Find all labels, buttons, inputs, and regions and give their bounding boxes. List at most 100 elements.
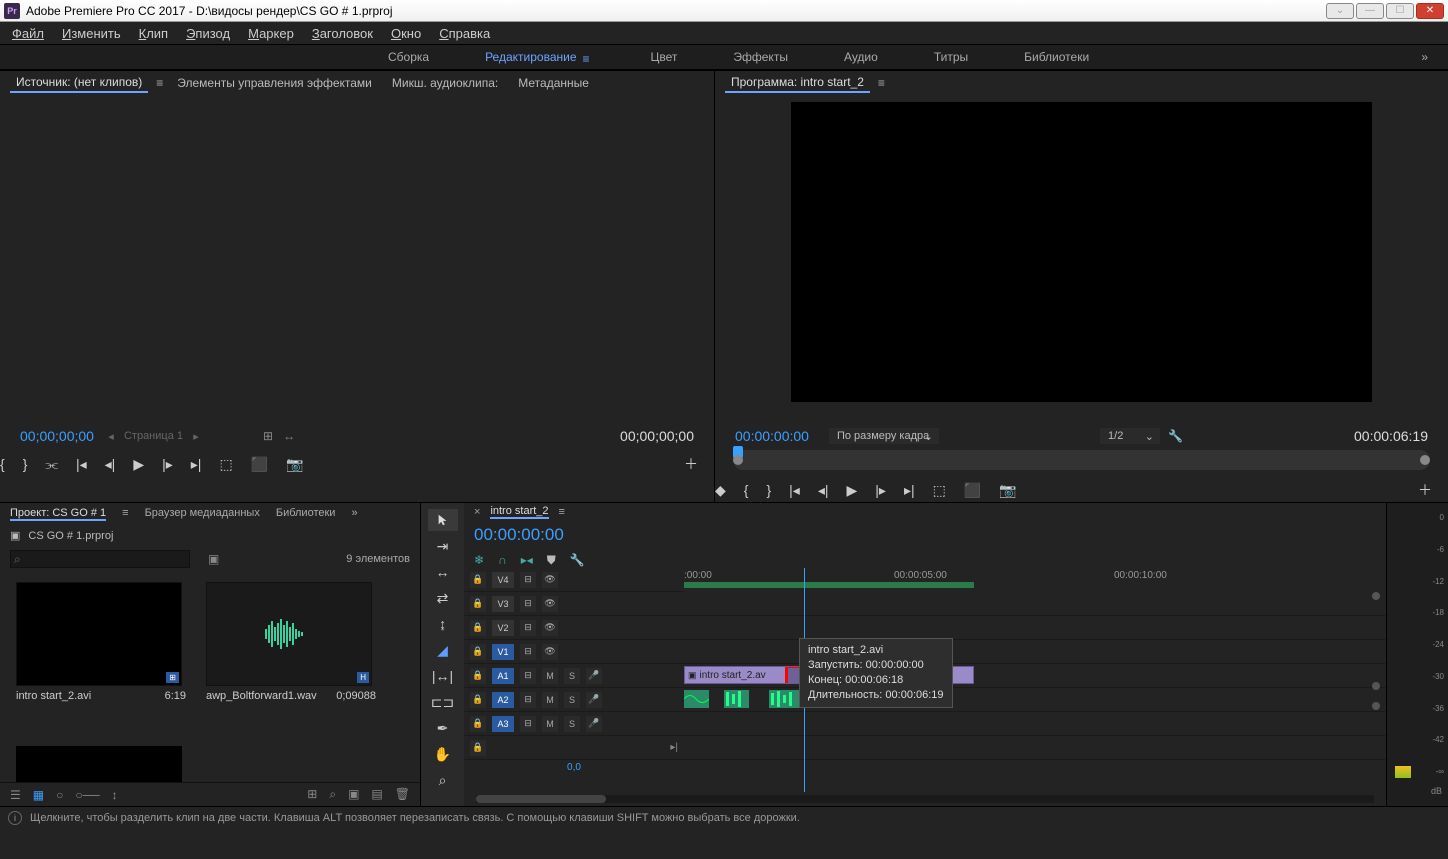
program-tc[interactable]: 00:00:00:00 (735, 428, 809, 444)
audio-clip[interactable] (684, 690, 709, 708)
in-out-range[interactable] (684, 582, 974, 588)
ws-menu-icon[interactable] (583, 52, 595, 62)
freeform-view-icon[interactable]: ○ (56, 788, 63, 802)
insert-icon[interactable]: ⊞ (263, 429, 273, 443)
ws-titles[interactable]: Титры (926, 46, 976, 68)
rate-stretch-tool-icon[interactable]: ↨ (428, 613, 458, 635)
libraries-tab[interactable]: Библиотеки (276, 507, 336, 521)
toggle-sync-icon[interactable]: ⊟ (520, 572, 536, 588)
solo-icon[interactable]: S (564, 668, 580, 684)
track-select-tool-icon[interactable]: ⇥ (428, 535, 458, 557)
ws-assembly[interactable]: Сборка (380, 46, 437, 68)
lift-icon[interactable]: ⬚ (933, 482, 946, 499)
mute-icon[interactable]: M (542, 716, 558, 732)
ws-libraries[interactable]: Библиотеки (1016, 46, 1097, 68)
eye-icon[interactable]: 👁 (542, 644, 558, 660)
overwrite-icon[interactable]: ↔ (283, 429, 295, 443)
export-frame-icon[interactable]: 📷 (999, 482, 1016, 499)
ws-editing[interactable]: Редактирование (477, 46, 602, 68)
ws-audio[interactable]: Аудио (836, 46, 886, 68)
sort-icon[interactable]: ↕ (112, 788, 118, 802)
panel-menu-icon[interactable]: ≡ (878, 76, 885, 90)
icon-view-icon[interactable]: ▦ (33, 788, 44, 802)
mark-in-icon[interactable]: { (0, 456, 5, 472)
go-out-icon[interactable]: ▸| (191, 456, 202, 473)
track-a3[interactable]: A3 (492, 716, 514, 732)
menu-title[interactable]: Заголовок (306, 24, 379, 43)
sequence-tab[interactable]: intro start_2 (490, 505, 548, 519)
track-a1[interactable]: A1 (492, 668, 514, 684)
play-icon[interactable]: ▶ (847, 482, 858, 499)
new-item-icon[interactable]: ▤ (371, 787, 382, 802)
program-tab[interactable]: Программа: intro start_2 (725, 73, 870, 93)
menu-sequence[interactable]: Эпизод (180, 24, 236, 43)
step-back-icon[interactable]: ◂| (105, 456, 116, 473)
solo-icon[interactable]: S (564, 716, 580, 732)
slip-tool-icon[interactable]: |↔| (428, 665, 458, 687)
menu-marker[interactable]: Маркер (242, 24, 300, 43)
media-browser-tab[interactable]: Браузер медиаданных (145, 507, 260, 521)
track-v3[interactable]: V3 (492, 596, 514, 612)
mark-out-icon[interactable]: } (23, 456, 28, 472)
delete-icon[interactable]: 🗑 (395, 787, 410, 802)
panel-menu-icon[interactable]: ≡ (559, 506, 565, 518)
step-back-icon[interactable]: ◂| (818, 482, 829, 499)
add-button-icon[interactable]: ＋ (1418, 480, 1432, 500)
snap-icon[interactable]: ❄ (474, 553, 484, 568)
source-tab[interactable]: Источник: (нет клипов) (10, 73, 148, 93)
step-fwd-icon[interactable]: |▸ (162, 456, 173, 473)
overwrite-clip-icon[interactable]: ⬛ (251, 456, 268, 473)
track-a2[interactable]: A2 (492, 692, 514, 708)
hand-tool-icon[interactable]: ✋ (428, 743, 458, 765)
add-marker-icon[interactable]: ◆ (715, 482, 726, 499)
rolling-tool-icon[interactable]: ⇄ (428, 587, 458, 609)
project-tab[interactable]: Проект: CS GO # 1 (10, 507, 106, 521)
play-icon[interactable]: ▶ (133, 456, 144, 473)
program-scrubber[interactable] (733, 450, 1430, 470)
settings-icon[interactable]: 🔧 (1168, 429, 1183, 443)
menu-clip[interactable]: Клип (133, 24, 174, 43)
next-edit-icon[interactable]: ▸| (670, 742, 678, 753)
find-icon[interactable]: ⌕ (329, 787, 336, 802)
ws-overflow-icon[interactable]: » (1421, 50, 1428, 64)
lock-icon[interactable]: 🔒 (470, 572, 486, 588)
timeline-content[interactable]: :00:00 00:00:05:00 00:00:10:00 ▣intro st… (684, 568, 1386, 792)
marker-icon[interactable]: ▸◂ (521, 553, 533, 568)
menu-help[interactable]: Справка (433, 24, 496, 43)
hide-button[interactable]: ⌄ (1326, 3, 1354, 19)
go-in-icon[interactable]: |◂ (789, 482, 800, 499)
filter-icon[interactable]: ▣ (208, 552, 219, 566)
voice-record-icon[interactable]: 🎤 (586, 668, 602, 684)
zoom-tool-icon[interactable]: ⌕ (428, 769, 458, 791)
settings-icon[interactable]: ⛊ (547, 553, 556, 568)
eye-icon[interactable]: 👁 (542, 596, 558, 612)
audio-clip[interactable] (769, 690, 799, 708)
bin-icon[interactable]: ▣ (10, 529, 20, 542)
wrench-icon[interactable]: 🔧 (570, 553, 585, 568)
lock-icon[interactable]: 🔒 (470, 596, 486, 612)
lock-icon[interactable]: 🔒 (470, 644, 486, 660)
ws-effects[interactable]: Эффекты (725, 46, 796, 68)
source-tc-in[interactable]: 00;00;00;00 (20, 428, 94, 444)
panel-menu-icon[interactable]: ≡ (122, 507, 128, 521)
overflow-icon[interactable]: » (351, 507, 357, 521)
linked-sel-icon[interactable]: ∩ (498, 553, 507, 568)
ripple-tool-icon[interactable]: ↔ (428, 561, 458, 583)
menu-window[interactable]: Окно (385, 24, 427, 43)
effect-controls-tab[interactable]: Элементы управления эффектами (171, 74, 378, 92)
solo-icon[interactable]: S (564, 692, 580, 708)
track-v1[interactable]: V1 (492, 644, 514, 660)
list-view-icon[interactable]: ☰ (10, 788, 21, 802)
eye-icon[interactable]: 👁 (542, 572, 558, 588)
project-item-empty[interactable] (16, 746, 182, 782)
close-seq-icon[interactable]: × (474, 506, 480, 518)
program-viewport[interactable] (791, 102, 1372, 402)
search-input[interactable] (10, 550, 190, 568)
pager-next-icon[interactable]: ▸ (189, 429, 203, 443)
slide-tool-icon[interactable]: ⊏⊐ (428, 691, 458, 713)
insert-clip-icon[interactable]: ⬚ (219, 456, 232, 473)
mark-clip-icon[interactable]: ⫘ (45, 456, 58, 473)
close-button[interactable]: ✕ (1416, 3, 1444, 19)
toggle-sync-icon[interactable]: ⊟ (520, 716, 536, 732)
panel-menu-icon[interactable]: ≡ (156, 76, 163, 90)
